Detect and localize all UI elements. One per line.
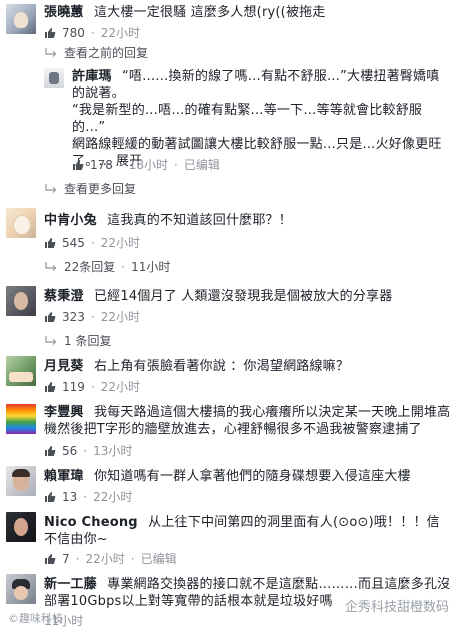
watermark-left: ©趣味科技 bbox=[8, 612, 63, 625]
comment-time[interactable]: 22小时 bbox=[101, 308, 140, 325]
replies-link[interactable]: 22条回复 · 11小时 bbox=[44, 258, 170, 275]
commenter-name[interactable]: 新一工藤 bbox=[44, 577, 97, 592]
comment-text: 已經14個月了 人類還沒發現我是個被放大的分享器 bbox=[93, 289, 393, 304]
like-icon[interactable] bbox=[44, 553, 56, 565]
reply-arrow-icon bbox=[44, 261, 58, 273]
like-icon[interactable] bbox=[72, 159, 84, 171]
reply-arrow-icon bbox=[44, 335, 58, 347]
comment-text: 我每天路過這個大樓搞的我心癢癢所以決定某一天晚上開堆高機然後把T字形的牆壁放進去… bbox=[44, 405, 451, 437]
comment-time[interactable]: 22小时 bbox=[101, 378, 140, 395]
avatar[interactable] bbox=[6, 4, 36, 34]
like-icon[interactable] bbox=[44, 445, 56, 457]
like-icon[interactable] bbox=[44, 311, 56, 323]
view-previous-replies-link[interactable]: 查看之前的回复 bbox=[44, 44, 148, 61]
comment-time[interactable]: 18小时 bbox=[129, 156, 168, 173]
avatar[interactable] bbox=[6, 404, 36, 434]
comment-time[interactable]: 22小时 bbox=[101, 24, 140, 41]
comment-time[interactable]: 22小时 bbox=[93, 488, 132, 505]
avatar[interactable] bbox=[6, 574, 36, 604]
like-count: 780 bbox=[62, 25, 85, 40]
like-icon[interactable] bbox=[44, 491, 56, 503]
like-count: 178 bbox=[90, 157, 113, 172]
like-count: 7 bbox=[62, 551, 70, 566]
comment-text: “唔……換新的線了嗎…有點不舒服…”大樓扭著臀嬌嗔的說著。 “我是新型的…唔…的… bbox=[72, 69, 442, 169]
commenter-name[interactable]: 蔡秉澄 bbox=[44, 289, 84, 304]
comment-time[interactable]: 13小时 bbox=[93, 442, 132, 459]
edited-label: 已编辑 bbox=[140, 552, 177, 566]
comment-text: 這大樓一定很騷 這麼多人想(ry((被拖走 bbox=[93, 5, 326, 20]
like-icon[interactable] bbox=[44, 237, 56, 249]
like-icon[interactable] bbox=[44, 381, 56, 393]
comment-time[interactable]: 22小时 bbox=[101, 234, 140, 251]
reply-arrow-icon bbox=[44, 47, 58, 59]
like-count: 13 bbox=[62, 489, 78, 504]
avatar[interactable] bbox=[6, 466, 36, 496]
like-count: 56 bbox=[62, 443, 78, 458]
comment-text: 你知道嗎有一群人拿著他們的隨身碟想要入侵這座大樓 bbox=[93, 469, 411, 484]
watermark-right: 企秀科技甜橙数码 bbox=[344, 600, 449, 615]
avatar[interactable] bbox=[6, 208, 36, 238]
avatar[interactable] bbox=[6, 286, 36, 316]
comment-text: 這我真的不知道該回什麼耶？！ bbox=[107, 213, 292, 228]
commenter-name[interactable]: 月見葵 bbox=[44, 359, 84, 374]
like-count: 323 bbox=[62, 309, 85, 324]
commenter-name[interactable]: Nico Cheong bbox=[44, 515, 138, 530]
like-count: 119 bbox=[62, 379, 85, 394]
like-icon[interactable] bbox=[44, 27, 56, 39]
commenter-name[interactable]: 賴軍瑋 bbox=[44, 469, 84, 484]
avatar[interactable] bbox=[44, 68, 64, 88]
avatar[interactable] bbox=[6, 512, 36, 542]
edited-label: 已编辑 bbox=[183, 158, 220, 172]
view-more-replies-link[interactable]: 查看更多回复 bbox=[44, 180, 136, 197]
commenter-name[interactable]: 許庫瑪 bbox=[72, 69, 112, 84]
commenter-name[interactable]: 中肯小兔 bbox=[44, 213, 97, 228]
comment-thread-page: { "comments": [ { "name": "張曉蕙", "text":… bbox=[0, 0, 459, 628]
replies-link[interactable]: 1 条回复 bbox=[44, 332, 111, 349]
comment-time[interactable]: 22小时 bbox=[85, 550, 124, 567]
comment-text: 右上角有張臉看著你說 ：你渴望網路線嘛？ bbox=[93, 359, 350, 374]
reply-arrow-icon bbox=[44, 183, 58, 195]
like-count: 545 bbox=[62, 235, 85, 250]
commenter-name[interactable]: 張曉蕙 bbox=[44, 5, 84, 20]
commenter-name[interactable]: 李豐興 bbox=[44, 405, 84, 420]
avatar[interactable] bbox=[6, 356, 36, 386]
